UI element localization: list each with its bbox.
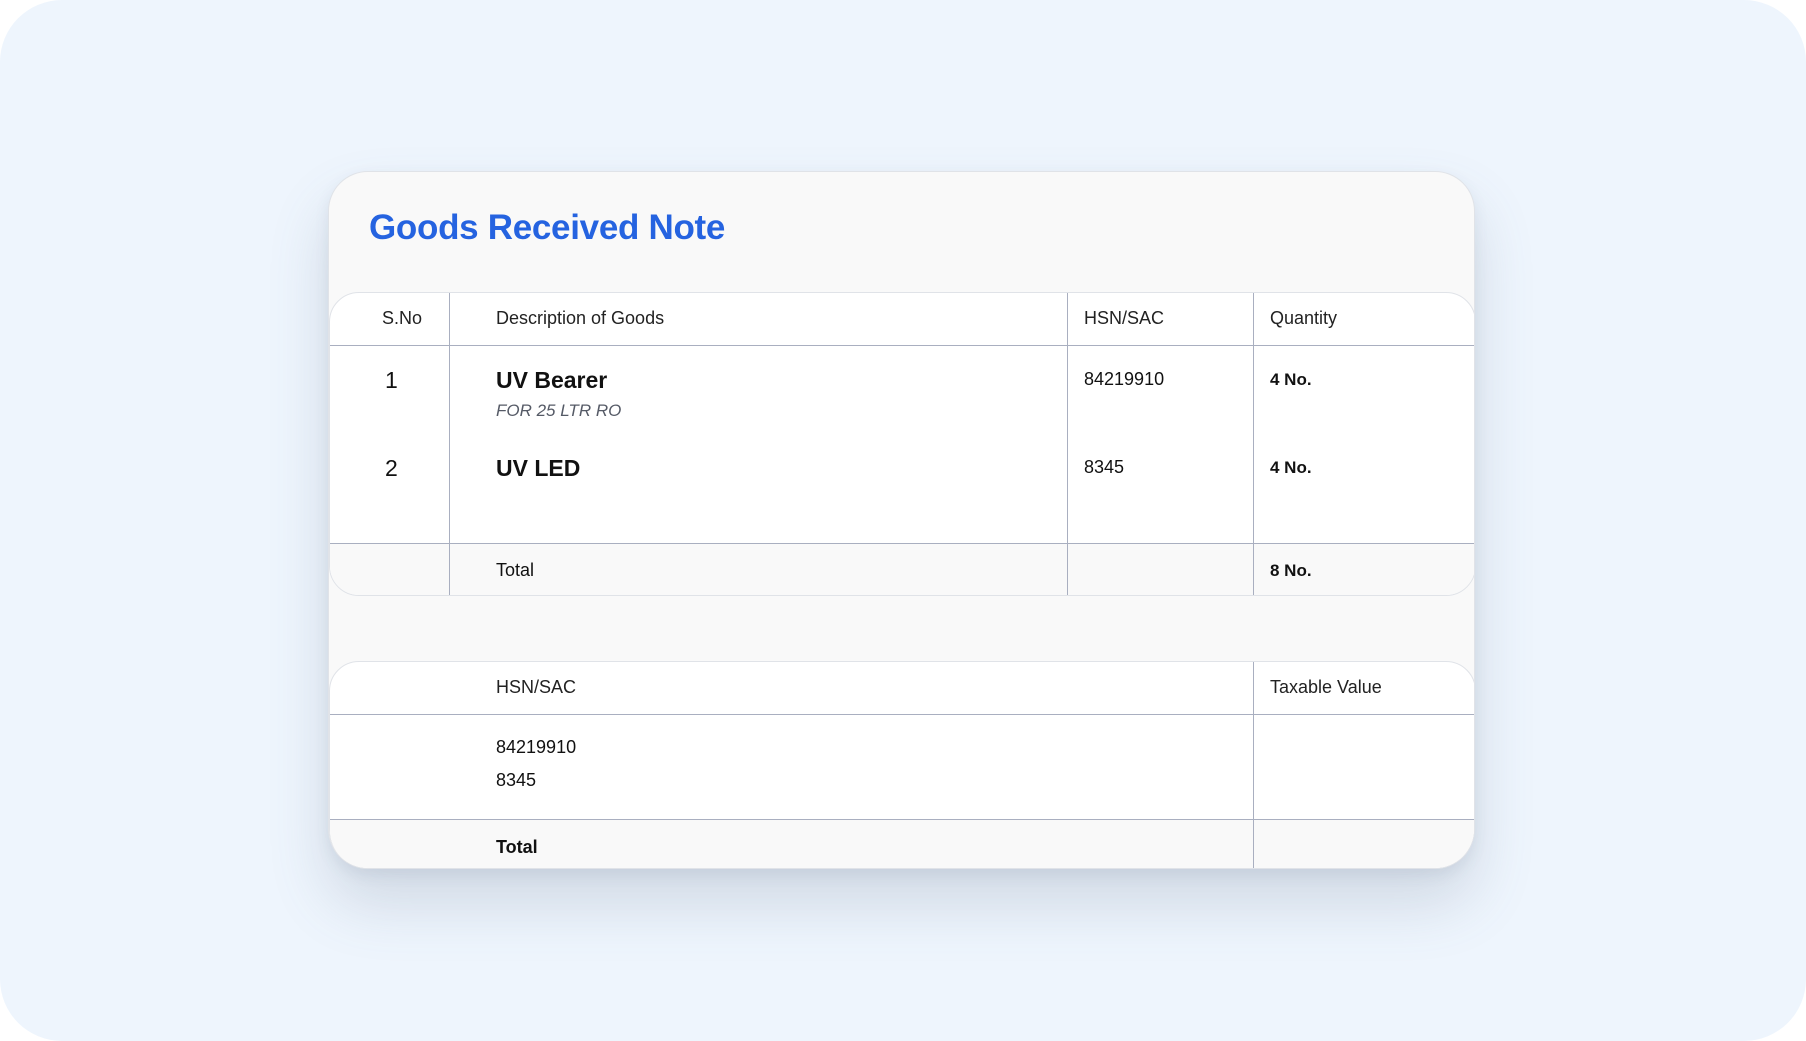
- row-2-item-name: UV LED: [496, 455, 581, 481]
- hsn-row-2-code: 8345: [496, 770, 537, 790]
- items-col-divider-3: [1253, 293, 1254, 595]
- row-1-sno: 1: [385, 367, 398, 393]
- items-table: S.No Description of Goods HSN/SAC Quanti…: [329, 292, 1474, 596]
- hsn-summary-table: HSN/SAC Taxable Value 84219910 8345 Tota…: [329, 661, 1474, 868]
- items-col-divider-2: [1067, 293, 1068, 595]
- row-2-hsn: 8345: [1084, 457, 1125, 477]
- items-total-quantity: 8 No.: [1270, 561, 1312, 580]
- hsn-row-1-code: 84219910: [496, 737, 577, 757]
- items-total-divider: [330, 543, 1474, 544]
- row-2-quantity: 4 No.: [1270, 458, 1312, 477]
- row-2-sno: 2: [385, 455, 398, 481]
- row-1-quantity: 4 No.: [1270, 370, 1312, 389]
- hsn-header-hsn: HSN/SAC: [496, 677, 577, 697]
- row-1-item-name: UV Bearer: [496, 367, 608, 393]
- header-sno: S.No: [382, 308, 423, 328]
- items-col-divider-1: [449, 293, 450, 595]
- header-hsn: HSN/SAC: [1084, 308, 1165, 328]
- hsn-total-divider: [330, 819, 1474, 820]
- row-1-hsn: 84219910: [1084, 369, 1165, 389]
- hsn-header-divider: [330, 714, 1474, 715]
- header-description: Description of Goods: [496, 308, 665, 328]
- hsn-total-label: Total: [496, 837, 538, 857]
- items-header-divider: [330, 345, 1474, 346]
- hsn-col-divider: [1253, 662, 1254, 868]
- row-1-item-subtitle: FOR 25 LTR RO: [496, 401, 622, 420]
- header-quantity: Quantity: [1270, 308, 1338, 328]
- document-title: Goods Received Note: [369, 208, 726, 247]
- hsn-header-taxable-value: Taxable Value: [1270, 677, 1382, 697]
- goods-received-note-card: Goods Received Note S.No Description of …: [328, 171, 1475, 869]
- items-total-label: Total: [496, 560, 535, 580]
